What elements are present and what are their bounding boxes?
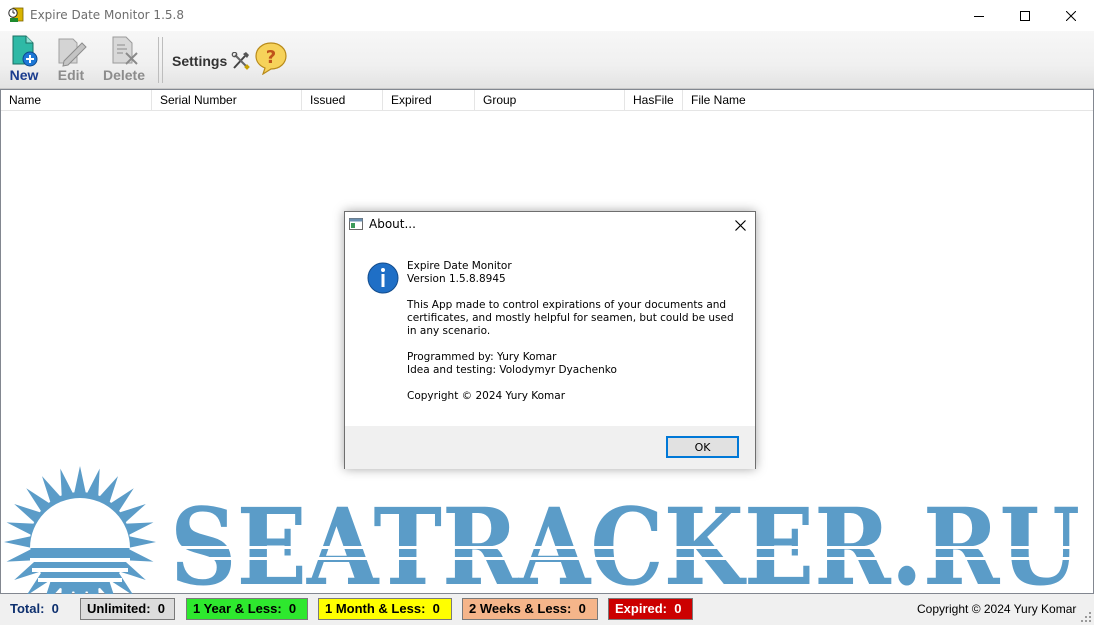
app-icon bbox=[8, 7, 24, 22]
about-dialog: About... Expire Date Monitor Version 1.5.… bbox=[344, 211, 756, 469]
list-header: Name Serial Number Issued Expired Group … bbox=[1, 90, 1093, 111]
title-bar[interactable]: Expire Date Monitor 1.5.8 bbox=[0, 0, 1094, 31]
dialog-copyright: Copyright © 2024 Yury Komar bbox=[407, 390, 566, 402]
two-weeks-count: 2 Weeks & Less: 0 bbox=[462, 598, 598, 620]
dialog-close-button[interactable] bbox=[725, 212, 755, 238]
column-header-issued[interactable]: Issued bbox=[302, 90, 383, 111]
resize-grip-icon[interactable] bbox=[1080, 611, 1092, 623]
expired-label: Expired: bbox=[615, 601, 668, 616]
delete-button[interactable]: Delete bbox=[98, 33, 150, 87]
programmed-by-text: Programmed by: Yury Komar bbox=[407, 351, 557, 363]
idea-text: Idea and testing: Volodymyr Dyachenko bbox=[407, 364, 617, 376]
help-icon[interactable]: ? bbox=[254, 41, 288, 75]
column-header-name[interactable]: Name bbox=[1, 90, 152, 111]
maximize-icon bbox=[1020, 10, 1030, 21]
svg-text:?: ? bbox=[266, 47, 276, 68]
settings-button-label: Settings bbox=[172, 53, 228, 69]
maximize-button[interactable] bbox=[1002, 0, 1048, 31]
toolbar-separator bbox=[162, 37, 163, 83]
one-month-count: 1 Month & Less: 0 bbox=[318, 598, 452, 620]
window-title: Expire Date Monitor 1.5.8 bbox=[30, 8, 184, 22]
column-header-hasfile[interactable]: HasFile bbox=[625, 90, 683, 111]
status-bar: Total: 0 Unlimited: 0 1 Year & Less: 0 1… bbox=[0, 594, 1094, 625]
two-weeks-value: 0 bbox=[578, 601, 586, 616]
new-document-icon bbox=[12, 35, 38, 67]
column-header-expired[interactable]: Expired bbox=[383, 90, 475, 111]
two-weeks-label: 2 Weeks & Less: bbox=[469, 601, 572, 616]
toolbar-separator bbox=[158, 37, 159, 83]
total-value: 0 bbox=[51, 601, 59, 616]
unlimited-count: Unlimited: 0 bbox=[80, 598, 175, 620]
expired-value: 0 bbox=[674, 601, 682, 616]
minimize-icon bbox=[974, 15, 984, 17]
app-name: Expire Date Monitor bbox=[407, 260, 512, 272]
unlimited-label: Unlimited: bbox=[87, 601, 151, 616]
dialog-title: About... bbox=[369, 217, 416, 231]
new-button-label: New bbox=[9, 67, 39, 83]
column-header-group[interactable]: Group bbox=[475, 90, 625, 111]
toolbar: New Edit Delete Settings ? bbox=[0, 31, 1094, 89]
unlimited-value: 0 bbox=[157, 601, 166, 616]
one-year-value: 0 bbox=[288, 601, 297, 616]
column-header-file-name[interactable]: File Name bbox=[683, 90, 1093, 111]
status-copyright: Copyright © 2024 Yury Komar bbox=[917, 602, 1077, 616]
dialog-title-bar[interactable]: About... bbox=[345, 212, 755, 238]
one-month-label: 1 Month & Less: bbox=[325, 601, 426, 616]
dialog-message: Expire Date Monitor Version 1.5.8.8945 Th… bbox=[407, 260, 747, 416]
total-count: Total: 0 bbox=[10, 601, 59, 616]
ok-button[interactable]: OK bbox=[666, 436, 739, 458]
settings-button[interactable]: Settings bbox=[172, 51, 251, 71]
column-header-serial-number[interactable]: Serial Number bbox=[152, 90, 302, 111]
delete-button-label: Delete bbox=[102, 67, 146, 83]
expired-count: Expired: 0 bbox=[608, 598, 693, 620]
tools-icon bbox=[231, 52, 251, 70]
description-text: This App made to control expirations of … bbox=[407, 299, 734, 337]
one-month-value: 0 bbox=[432, 601, 440, 616]
minimize-button[interactable] bbox=[956, 0, 1002, 31]
close-button[interactable] bbox=[1048, 0, 1094, 31]
edit-icon bbox=[58, 38, 87, 67]
close-icon bbox=[734, 219, 746, 231]
one-year-label: 1 Year & Less: bbox=[193, 601, 282, 616]
edit-button[interactable]: Edit bbox=[50, 33, 92, 87]
new-button[interactable]: New bbox=[4, 33, 44, 87]
total-label: Total: bbox=[10, 601, 45, 616]
dialog-footer: OK bbox=[345, 426, 755, 469]
close-icon bbox=[1066, 10, 1076, 21]
delete-document-icon bbox=[112, 36, 138, 65]
window-icon bbox=[349, 218, 363, 230]
one-year-count: 1 Year & Less: 0 bbox=[186, 598, 308, 620]
edit-button-label: Edit bbox=[57, 67, 85, 83]
info-icon bbox=[367, 262, 399, 294]
version-text: Version 1.5.8.8945 bbox=[407, 273, 506, 285]
